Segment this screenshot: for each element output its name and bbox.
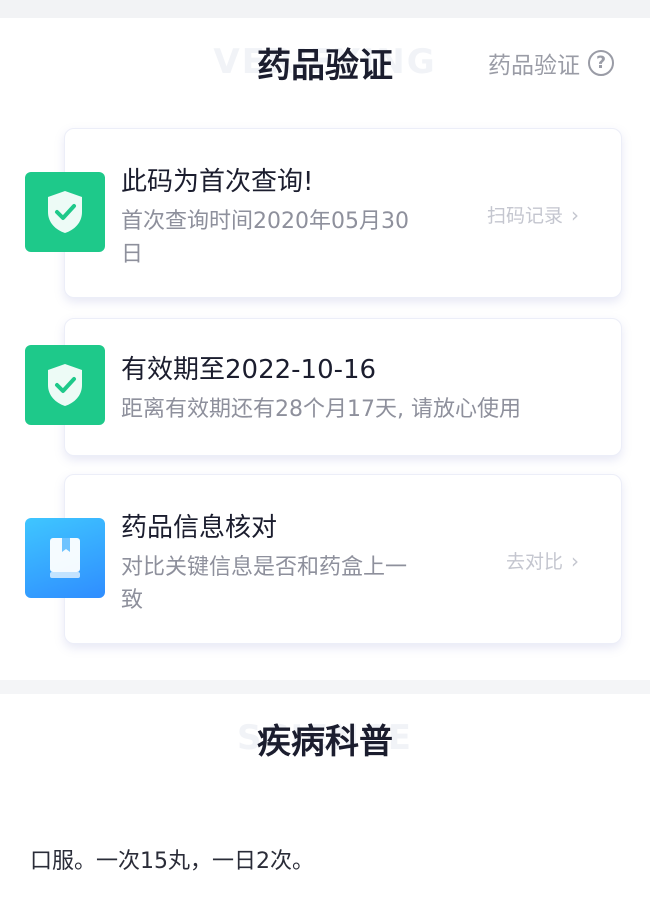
help-link-label: 药品验证 xyxy=(488,53,580,79)
drug-info-check-card: 药品信息核对 对比关键信息是否和药盒上一 致 去对比 › xyxy=(64,474,622,644)
first-query-card: 此码为首次查询! 首次查询时间2020年05月30 日 扫码记录 › xyxy=(64,128,622,298)
expiry-card: 有效期至2022-10-16 距离有效期还有28个月17天, 请放心使用 xyxy=(64,318,622,456)
section-divider xyxy=(0,680,650,694)
book-icon xyxy=(25,518,105,598)
card-description-line: 日 xyxy=(121,242,144,267)
section-title: 疾病科普 xyxy=(257,722,393,762)
compare-link[interactable]: 去对比 › xyxy=(506,547,579,574)
page: VERIFYING 药品验证 药品验证 ? 此码为首次查询! 首次查询时间202… xyxy=(0,0,650,919)
compare-label: 去对比 xyxy=(505,551,563,573)
card-description-line: 距离有效期还有28个月17天, 请放心使用 xyxy=(121,397,521,422)
card-title: 有效期至2022-10-16 xyxy=(121,355,377,385)
question-circle-icon: ? xyxy=(588,50,614,76)
scan-record-label: 扫码记录 xyxy=(486,205,563,227)
card-description: 距离有效期还有28个月17天, 请放心使用 xyxy=(121,393,521,426)
card-description-line: 对比关键信息是否和药盒上一 xyxy=(121,555,408,580)
shield-check-icon xyxy=(25,345,105,425)
chevron-right-icon: › xyxy=(571,202,579,227)
card-title: 药品信息核对 xyxy=(121,513,278,543)
scan-record-link[interactable]: 扫码记录 › xyxy=(487,201,579,228)
help-link[interactable]: 药品验证 ? xyxy=(488,46,614,80)
card-description: 对比关键信息是否和药盒上一 致 xyxy=(121,551,407,617)
card-description-line: 致 xyxy=(121,588,144,613)
top-strip xyxy=(0,0,650,18)
card-description: 首次查询时间2020年05月30 日 xyxy=(121,205,409,271)
dosage-instruction: 口服。一次15丸，一日2次。 xyxy=(30,849,314,874)
shield-check-icon xyxy=(25,172,105,252)
card-title: 此码为首次查询! xyxy=(121,167,314,197)
chevron-right-icon: › xyxy=(571,548,579,573)
card-description-line: 首次查询时间2020年05月30 xyxy=(121,209,409,234)
science-header: SCIENCE 疾病科普 xyxy=(0,696,650,776)
